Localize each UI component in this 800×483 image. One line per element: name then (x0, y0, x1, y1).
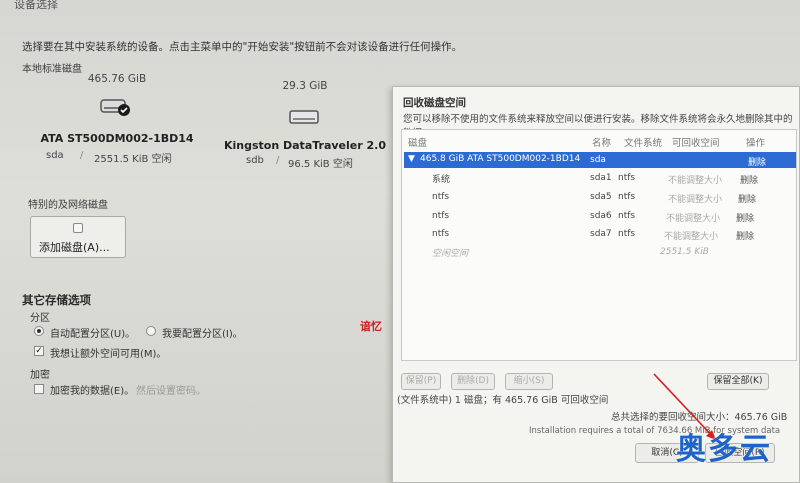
disk-sdb[interactable]: 29.3 GiB Kingston DataTraveler 2.0 sdb /… (210, 70, 400, 170)
page-title: 设备选择 (14, 0, 58, 11)
usb-drive-icon (289, 110, 319, 124)
column-header: 文件系统 (624, 138, 663, 149)
manual-partition-label: 我要配置分区(I)。 (162, 329, 243, 340)
add-disk-button[interactable]: 添加磁盘(A)... (30, 216, 126, 258)
disk-add-icon (73, 223, 83, 233)
auto-partition-radio[interactable] (34, 326, 44, 336)
disk-free-space: 2551.5 KiB 空闲 (94, 154, 172, 165)
disk-name: Kingston DataTraveler 2.0 (223, 139, 386, 152)
column-header: 名称 (592, 138, 612, 149)
disk-sda[interactable]: 465.76 GiB ATA ST500DM002-1BD14 sda / 25… (22, 70, 212, 170)
encrypt-label: 加密我的数据(E)。 (50, 386, 135, 397)
table-row-selected[interactable]: ▼ 465.8 GiB ATA ST500DM002-1BD14 sda 删除 (404, 152, 796, 168)
encrypt-hint: 然后设置密码。 (136, 386, 206, 397)
dialog-title: 回收磁盘空间 (403, 97, 466, 109)
filesystem-summary: (文件系统中) 1 磁盘；有 465.76 GiB 可回收空间 (397, 395, 609, 406)
encryption-label: 加密 (30, 370, 50, 381)
action-cell[interactable]: 删除 (748, 155, 766, 168)
instruction-text: 选择要在其中安装系统的设备。点击主菜单中的"开始安装"按钮前不会对该设备进行任何… (22, 41, 463, 53)
column-header: 可回收空间 (672, 138, 720, 149)
shrink-button[interactable]: 缩小(S) (505, 373, 553, 390)
table-row[interactable]: ntfs sda6 ntfs 不能调整大小 删除 (404, 206, 796, 224)
hard-disk-icon (100, 99, 130, 116)
watermark-text: 谙忆 (360, 320, 382, 333)
name-cell: sda (590, 155, 606, 165)
auto-partition-label: 自动配置分区(U)。 (50, 329, 136, 340)
table-row[interactable]: 系统 sda1 ntfs 不能调整大小 删除 (404, 170, 796, 188)
disk-device: sdb (246, 155, 264, 166)
delete-button[interactable]: 删除(D) (451, 373, 495, 390)
column-header: 磁盘 (408, 138, 428, 149)
table-row[interactable]: ntfs sda7 ntfs 不能调整大小 删除 (404, 224, 796, 242)
keep-button[interactable]: 保留(P) (401, 373, 441, 390)
special-disks-label: 特别的及网络磁盘 (28, 200, 108, 211)
partition-table: 磁盘 名称 文件系统 可回收空间 操作 ▼ 465.8 GiB ATA ST50… (401, 129, 797, 361)
other-storage-heading: 其它存储选项 (22, 293, 91, 307)
disk-cell: 465.8 GiB ATA ST500DM002-1BD14 (420, 154, 581, 164)
encrypt-checkbox[interactable] (34, 384, 44, 394)
table-row[interactable]: ntfs sda5 ntfs 不能调整大小 删除 (404, 188, 796, 206)
disk-device: sda (46, 150, 64, 161)
disk-size: 29.3 GiB (282, 80, 328, 92)
add-disk-label: 添加磁盘(A)... (39, 241, 110, 254)
column-header: 操作 (746, 138, 766, 149)
disk-free-space: 96.5 KiB 空闲 (288, 159, 353, 170)
table-row: 空闲空间 2551.5 KiB (432, 247, 709, 259)
expand-arrow-icon[interactable]: ▼ (408, 154, 415, 164)
disk-name: ATA ST500DM002-1BD14 (40, 132, 194, 145)
partition-label: 分区 (30, 313, 50, 324)
brand-watermark: 奥多云 (676, 432, 772, 467)
disk-size: 465.76 GiB (87, 73, 147, 85)
manual-partition-radio[interactable] (146, 326, 156, 336)
extra-space-checkbox[interactable]: ✓ (34, 346, 44, 356)
extra-space-label: 我想让额外空间可用(M)。 (50, 349, 167, 360)
